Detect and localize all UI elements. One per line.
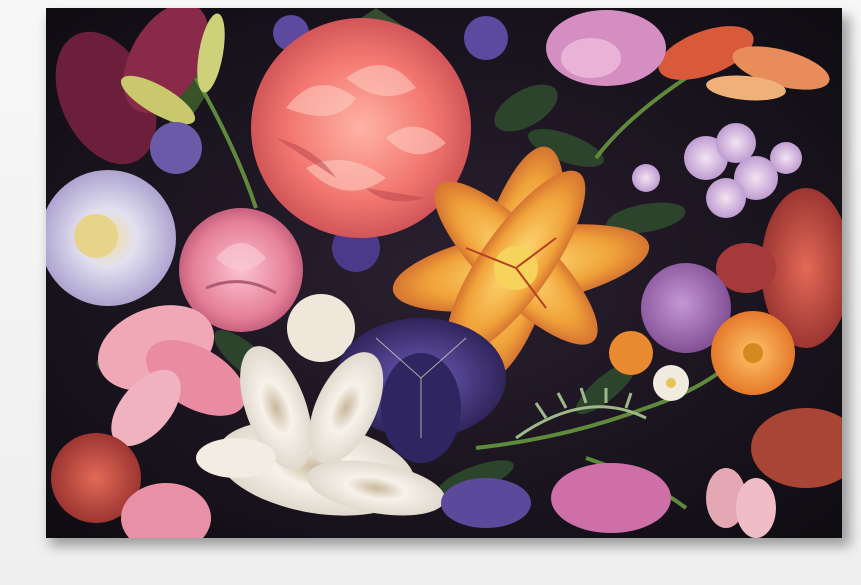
small-orange-flower <box>609 331 653 375</box>
orange-gerbera <box>711 311 795 395</box>
pink-flower-top <box>546 10 666 86</box>
product-scene <box>0 0 861 585</box>
pale-lavender-flower <box>46 170 176 306</box>
floral-artwork <box>46 8 842 538</box>
floral-canvas-print <box>46 8 842 538</box>
